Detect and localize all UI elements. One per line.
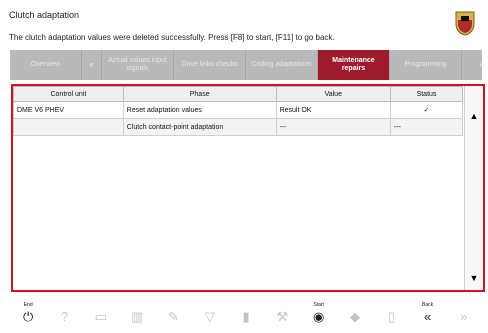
edit-icon: ✎ — [167, 308, 179, 324]
tab-scroll-left[interactable]: « — [82, 50, 102, 80]
cell-control-unit — [13, 118, 124, 136]
help-icon: ? — [60, 309, 69, 324]
col-status: Status — [389, 86, 464, 102]
tab-drive-links[interactable]: Drive links checks — [174, 50, 246, 80]
cell-phase: Clutch contact-point adaptation — [122, 118, 277, 136]
col-value: Value — [275, 86, 391, 102]
next-button[interactable]: » — [446, 296, 482, 330]
filter-button[interactable]: ▽ — [192, 296, 228, 330]
col-phase: Phase — [122, 86, 277, 102]
results-panel: Control unit Phase Value Status DME V6 P… — [11, 84, 485, 292]
copy-icon: ▯ — [387, 308, 395, 324]
key-label: End — [23, 301, 33, 308]
chart-icon: ▥ — [130, 308, 144, 324]
table-row[interactable]: Clutch contact-point adaptation --- --- — [13, 118, 464, 136]
tab-maintenance-repairs[interactable]: Maintenance repairs — [318, 50, 390, 80]
vertical-scrollbar[interactable]: ▲ ▼ — [464, 86, 483, 290]
card-button[interactable]: ▭ — [83, 296, 119, 330]
scroll-up-icon[interactable]: ▲ — [465, 110, 483, 122]
navigation-tabs: Overview « Actual values input signals D… — [10, 50, 484, 80]
card-icon: ▭ — [94, 308, 107, 324]
tab-overview[interactable]: Overview — [10, 50, 82, 80]
help-button[interactable]: ? — [46, 296, 82, 330]
status-message: The clutch adaptation values were delete… — [9, 33, 335, 42]
wrench-icon: ⚒ — [276, 308, 289, 324]
power-icon: ⏻ — [23, 308, 34, 324]
results-table: Control unit Phase Value Status DME V6 P… — [13, 86, 464, 136]
tab-actual-values[interactable]: Actual values input signals — [102, 50, 174, 80]
play-icon: ◉ — [312, 308, 325, 324]
tab-scroll-right[interactable]: » — [462, 50, 488, 80]
table-row[interactable]: DME V6 PHEV Reset adaptation values Resu… — [13, 101, 464, 119]
tab-programming[interactable]: Programming — [390, 50, 462, 80]
next-icon: » — [460, 309, 468, 324]
porsche-crest-icon — [455, 11, 475, 36]
scroll-down-icon[interactable]: ▼ — [465, 272, 483, 284]
trash-icon: ▮ — [242, 308, 250, 324]
cell-value: --- — [275, 118, 391, 136]
car-button[interactable]: ◆ — [337, 296, 373, 330]
cell-status: ✓ — [389, 101, 464, 119]
back-button[interactable]: Back « — [409, 296, 445, 330]
cell-value: Result OK — [275, 101, 391, 119]
page-title: Clutch adaptation — [9, 10, 80, 20]
key-label: Start — [313, 301, 324, 308]
col-control-unit: Control unit — [13, 86, 124, 102]
trash-button[interactable]: ▮ — [228, 296, 264, 330]
filter-icon: ▽ — [204, 308, 215, 324]
back-icon: « — [423, 309, 432, 324]
cell-status: --- — [389, 118, 464, 136]
start-button[interactable]: Start ◉ — [301, 296, 337, 330]
car-icon: ◆ — [349, 308, 360, 324]
cell-control-unit: DME V6 PHEV — [13, 101, 124, 119]
wrench-button[interactable]: ⚒ — [264, 296, 300, 330]
end-button[interactable]: End ⏻ — [10, 296, 46, 330]
cell-phase: Reset adaptation values — [122, 101, 277, 119]
function-toolbar: End ⏻ ? ▭ ▥ ✎ ▽ ▮ ⚒ Start ◉ ◆ ▯ Back « » — [10, 296, 482, 330]
chart-button[interactable]: ▥ — [119, 296, 155, 330]
tab-coding-adaptations[interactable]: Coding adaptations — [246, 50, 318, 80]
key-label: Back — [422, 301, 434, 308]
copy-button[interactable]: ▯ — [373, 296, 409, 330]
edit-button[interactable]: ✎ — [155, 296, 191, 330]
